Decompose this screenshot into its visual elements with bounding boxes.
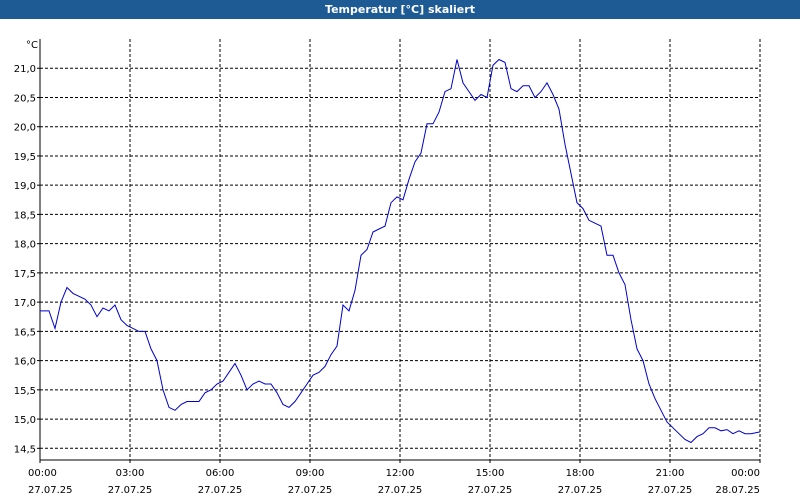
x-tick-date: 27.07.25 [198, 485, 243, 496]
x-tick-date: 27.07.25 [28, 485, 73, 496]
x-tick-time: 06:00 [206, 468, 235, 479]
y-tick-label: 17,0 [14, 298, 36, 309]
x-tick-date: 28.07.25 [715, 485, 760, 496]
y-tick-label: 20,0 [14, 123, 36, 134]
x-tick-time: 18:00 [566, 468, 595, 479]
x-tick-date: 27.07.25 [468, 485, 513, 496]
y-axis-unit: °C [26, 40, 38, 51]
y-tick-label: 20,5 [14, 93, 36, 104]
y-tick-label: 18,5 [14, 210, 36, 221]
chart-window: Temperatur [°C] skaliert °C 14,5 15,0 15,5… [0, 0, 800, 500]
y-tick-labels: 14,5 15,0 15,5 16,0 16,5 17,0 17,5 18,0 18,5 19,0… [14, 64, 36, 455]
y-tick-label: 17,5 [14, 269, 36, 280]
x-tick-date: 27.07.25 [288, 485, 333, 496]
x-tick-date: 27.07.25 [558, 485, 603, 496]
x-tick-time: 00:00 [731, 468, 760, 479]
chart-title: Temperatur [°C] skaliert [0, 0, 800, 19]
x-tick-date: 27.07.25 [108, 485, 153, 496]
x-tick-date: 27.07.25 [378, 485, 423, 496]
y-tick-label: 21,0 [14, 64, 36, 75]
y-tick-label: 19,5 [14, 152, 36, 163]
x-tick-time: 03:00 [116, 468, 145, 479]
y-tick-label: 15,0 [14, 415, 36, 426]
x-tick-time: 12:00 [386, 468, 415, 479]
x-tick-time: 15:00 [476, 468, 505, 479]
y-tick-label: 15,5 [14, 386, 36, 397]
y-tick-label: 18,0 [14, 240, 36, 251]
x-tick-labels: 00:00 27.07.25 03:00 27.07.25 06:00 27.07.25 0… [28, 468, 760, 496]
y-tick-label: 16,5 [14, 327, 36, 338]
y-tick-label: 19,0 [14, 181, 36, 192]
chart-plot: °C 14,515,015,516,016,517,017,518,018,51… [14, 39, 761, 496]
x-tick-time: 00:00 [28, 468, 57, 479]
x-tick-date: 27.07.25 [648, 485, 693, 496]
y-tick-label: 14,5 [14, 444, 36, 455]
x-tick-time: 09:00 [296, 468, 325, 479]
y-tick-label: 16,0 [14, 357, 36, 368]
x-tick-time: 21:00 [656, 468, 685, 479]
